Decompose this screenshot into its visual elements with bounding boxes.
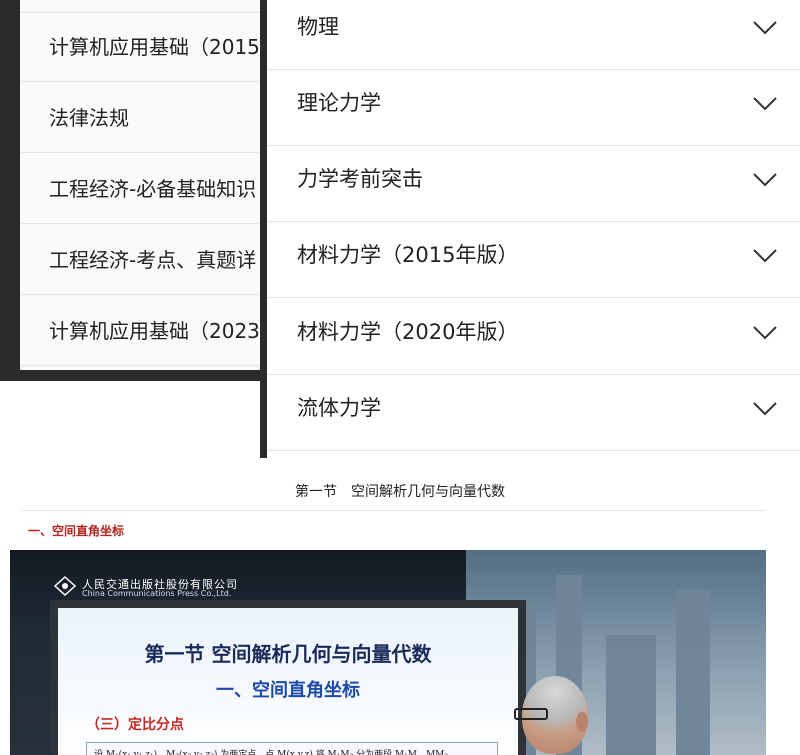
- list-item-law[interactable]: 法律法规: [20, 83, 268, 153]
- publisher-logo-icon: [54, 576, 76, 596]
- divider: [22, 510, 766, 511]
- list-item-computer-2015[interactable]: 计算机应用基础（2015: [20, 12, 268, 82]
- presenter: [502, 670, 612, 755]
- accordion-label: 材料力学（2020年版）: [297, 320, 519, 344]
- slide-heading: 第一节 空间解析几何与向量代数: [144, 642, 432, 666]
- presenter-ear: [576, 712, 588, 732]
- list-item-economics-basics[interactable]: 工程经济-必备基础知识: [20, 154, 268, 224]
- presentation-screen: 第一节 空间解析几何与向量代数 一、空间直角坐标 （三）定比分点 设 M₁(x₁…: [50, 600, 526, 755]
- accordion-label: 材料力学（2015年版）: [297, 243, 519, 267]
- slide: 第一节 空间解析几何与向量代数 一、空间直角坐标 （三）定比分点 设 M₁(x₁…: [58, 608, 518, 755]
- glasses-icon: [514, 708, 548, 720]
- publisher-name-en: China Communications Press Co.,Ltd.: [82, 589, 232, 598]
- accordion-label: 物理: [297, 15, 339, 39]
- chevron-down-icon[interactable]: [752, 395, 778, 421]
- chevron-down-icon[interactable]: [752, 319, 778, 345]
- accordion-item-mechanics-sprint[interactable]: 力学考前突击: [267, 146, 800, 222]
- chevron-down-icon[interactable]: [752, 14, 778, 40]
- chevron-down-icon[interactable]: [752, 242, 778, 268]
- chevron-down-icon[interactable]: [752, 90, 778, 116]
- left-course-list: 计算机应用基础（2015 法律法规 工程经济-必备基础知识 工程经济-考点、真题…: [20, 0, 268, 370]
- accordion-item-materials-2015[interactable]: 材料力学（2015年版）: [267, 222, 800, 298]
- accordion-item-theoretical-mechanics[interactable]: 理论力学: [267, 70, 800, 146]
- accordion-item-materials-2020[interactable]: 材料力学（2020年版）: [267, 299, 800, 375]
- backdrop-building: [606, 635, 656, 755]
- section-label: 一、空间直角坐标: [28, 524, 125, 538]
- lecture-title: 第一节 空间解析几何与向量代数: [295, 484, 505, 500]
- list-item-computer-2023[interactable]: 计算机应用基础（2023: [20, 296, 268, 366]
- subject-accordion: 物理 理论力学 力学考前突击 材料力学（2015年版） 材料力学（2020年版）…: [267, 0, 800, 458]
- lecture-video[interactable]: 人民交通出版社股份有限公司 China Communications Press…: [10, 550, 766, 755]
- list-item-economics-exam[interactable]: 工程经济-考点、真题详: [20, 225, 268, 295]
- accordion-label: 理论力学: [297, 91, 381, 115]
- right-phone-panel: 物理 理论力学 力学考前突击 材料力学（2015年版） 材料力学（2020年版）…: [260, 0, 800, 458]
- slide-formula: 设 M₁(x₁,y₁,z₁)、M₂(x₂,y₂,z₂) 为两定点，点 M(x,y…: [94, 750, 458, 755]
- accordion-label: 力学考前突击: [297, 167, 423, 191]
- slide-point: （三）定比分点: [86, 717, 184, 733]
- accordion-label: 流体力学: [297, 396, 381, 420]
- left-phone-panel: 计算机应用基础（2015 法律法规 工程经济-必备基础知识 工程经济-考点、真题…: [0, 0, 268, 381]
- chevron-down-icon[interactable]: [752, 166, 778, 192]
- accordion-item-physics[interactable]: 物理: [267, 0, 800, 70]
- slide-subheading: 一、空间直角坐标: [216, 680, 360, 701]
- backdrop-building: [676, 590, 710, 755]
- accordion-item-fluid-mechanics[interactable]: 流体力学: [267, 375, 800, 451]
